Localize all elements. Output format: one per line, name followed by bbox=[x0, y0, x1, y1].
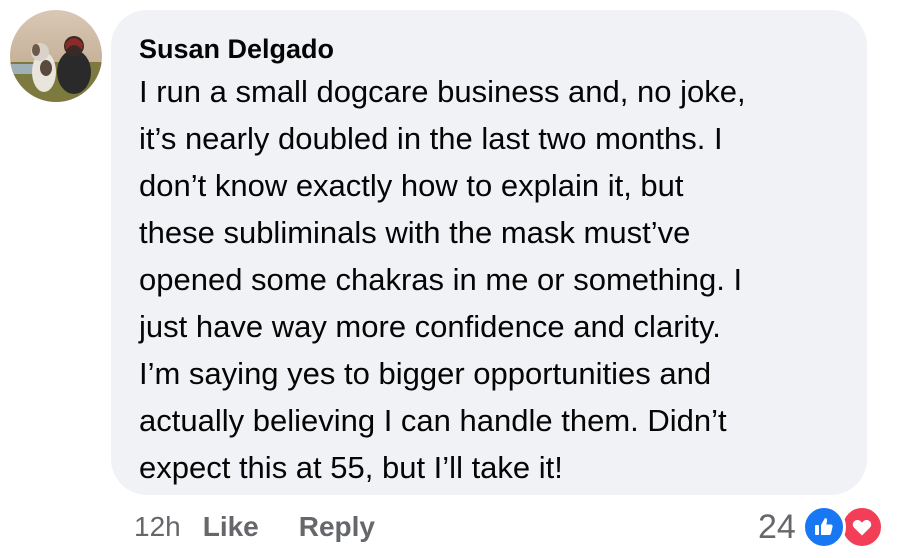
comment-bubble: Susan Delgado I run a small dogcare busi… bbox=[111, 10, 867, 495]
reaction-count: 24 bbox=[758, 507, 796, 546]
comment-text-line: don’t know exactly how to explain it, bu… bbox=[139, 168, 684, 203]
reply-button[interactable]: Reply bbox=[299, 511, 375, 543]
like-icon bbox=[801, 505, 846, 549]
avatar[interactable] bbox=[10, 10, 102, 102]
reaction-icons bbox=[801, 503, 890, 551]
comment-text-line: I’m saying yes to bigger opportunities a… bbox=[139, 356, 712, 391]
love-icon bbox=[839, 505, 884, 549]
comment-text-line: it’s nearly doubled in the last two mont… bbox=[139, 121, 723, 156]
comment-text-line: opened some chakras in me or something. … bbox=[139, 262, 743, 297]
comment-text-line: expect this at 55, but I’ll take it! bbox=[139, 450, 563, 485]
comment-author[interactable]: Susan Delgado bbox=[139, 32, 843, 66]
like-button[interactable]: Like bbox=[203, 511, 259, 543]
reactions-summary[interactable]: 24 bbox=[758, 503, 890, 551]
comment-text-line: actually believing I can handle them. Di… bbox=[139, 403, 727, 438]
comment-text: I run a small dogcare business and, no j… bbox=[139, 68, 843, 491]
comment-text-line: I run a small dogcare business and, no j… bbox=[139, 74, 746, 109]
comment-timestamp[interactable]: 12h bbox=[134, 511, 181, 543]
comment-text-line: these subliminals with the mask must’ve bbox=[139, 215, 691, 250]
comment-text-line: just have way more confidence and clarit… bbox=[139, 309, 721, 344]
comment-actions: 12h Like Reply bbox=[134, 507, 375, 547]
